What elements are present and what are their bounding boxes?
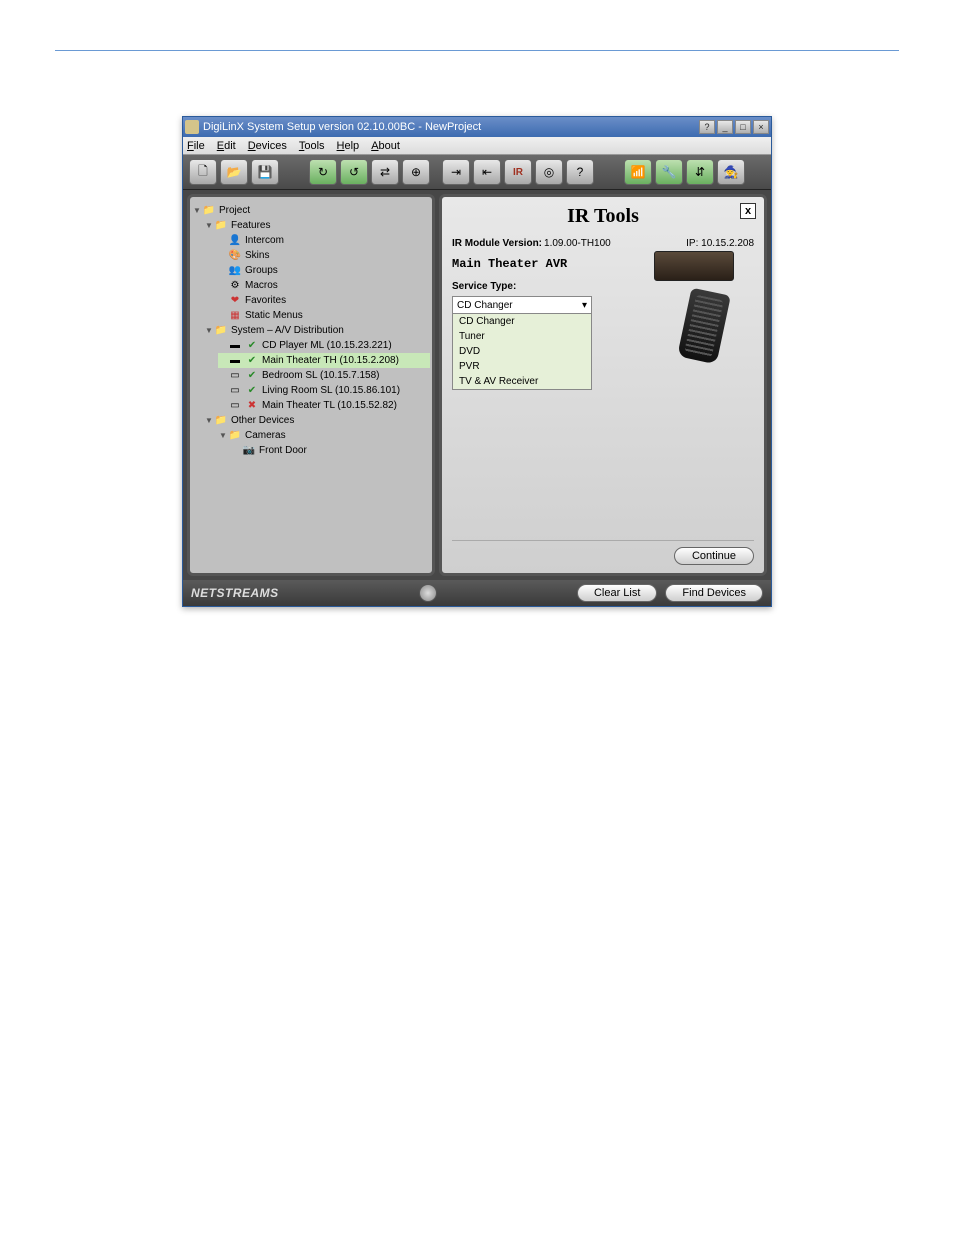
toolbar-arrow-in[interactable]: ⇥ [442, 159, 470, 185]
workarea: ▼📁Project ▼📁Features 👤Intercom 🎨Skins 👥G… [183, 190, 771, 580]
ir-button[interactable]: IR [504, 159, 532, 185]
window-title: DigiLinX System Setup version 02.10.00BC… [203, 121, 481, 133]
toolbar-end-2[interactable]: 🔧 [655, 159, 683, 185]
continue-button[interactable]: Continue [674, 547, 754, 565]
ip-value: 10.15.2.208 [701, 238, 754, 249]
toolbar-green-2[interactable]: ↺ [340, 159, 368, 185]
toolbar-help[interactable]: ? [566, 159, 594, 185]
service-option-dvd[interactable]: DVD [453, 344, 591, 359]
service-option-cd[interactable]: CD Changer [453, 314, 591, 329]
tree-cameras[interactable]: ▼📁Cameras [218, 428, 430, 443]
ip-label: IP: [686, 238, 698, 249]
toolbar-sync[interactable]: ⇄ [371, 159, 399, 185]
tree-skins[interactable]: 🎨Skins [218, 248, 430, 263]
tree-front-door[interactable]: 📷Front Door [232, 443, 430, 458]
tree-favorites[interactable]: ❤Favorites [218, 293, 430, 308]
module-info: IR Module Version: 1.09.00-TH100 IP: 10.… [452, 238, 754, 249]
clear-list-button[interactable]: Clear List [577, 584, 657, 602]
toolbar-add[interactable]: ⊕ [402, 159, 430, 185]
minimize-button[interactable]: _ [717, 120, 733, 134]
page-rule [55, 50, 899, 51]
find-devices-button[interactable]: Find Devices [665, 584, 763, 602]
module-label: IR Module Version: [452, 238, 542, 249]
menu-edit[interactable]: Edit [217, 140, 236, 152]
tree-project[interactable]: ▼📁Project [192, 203, 430, 218]
app-window: DigiLinX System Setup version 02.10.00BC… [182, 116, 772, 607]
tree-intercom[interactable]: 👤Intercom [218, 233, 430, 248]
ir-tools-panel: x IR Tools IR Module Version: 1.09.00-TH… [439, 194, 767, 576]
open-button[interactable]: 📂 [220, 159, 248, 185]
tree-bedroom-sl[interactable]: ▭✔Bedroom SL (10.15.7.158) [218, 368, 430, 383]
toolbar-end-1[interactable]: 📶 [624, 159, 652, 185]
tree-main-theater-th[interactable]: ▬✔Main Theater TH (10.15.2.208) [218, 353, 430, 368]
help-button[interactable]: ? [699, 120, 715, 134]
service-option-tv[interactable]: TV & AV Receiver [453, 374, 591, 389]
app-icon [185, 120, 199, 134]
close-button[interactable]: × [753, 120, 769, 134]
tree-features[interactable]: ▼📁Features [204, 218, 430, 233]
menubar: File Edit Devices Tools Help About [183, 137, 771, 155]
titlebar: DigiLinX System Setup version 02.10.00BC… [183, 117, 771, 137]
tree-other-devices[interactable]: ▼📁Other Devices [204, 413, 430, 428]
menu-file[interactable]: File [187, 140, 205, 152]
panel-title: IR Tools [452, 205, 754, 228]
tree-static-menus[interactable]: ▦Static Menus [218, 308, 430, 323]
toolbar-green-1[interactable]: ↻ [309, 159, 337, 185]
tree-groups[interactable]: 👥Groups [218, 263, 430, 278]
service-option-pvr[interactable]: PVR [453, 359, 591, 374]
toolbar-wizard[interactable]: 🧙 [717, 159, 745, 185]
maximize-button[interactable]: □ [735, 120, 751, 134]
status-knob-icon [419, 584, 437, 602]
menu-help[interactable]: Help [337, 140, 360, 152]
chevron-down-icon: ▾ [582, 300, 587, 311]
tree-living-room-sl[interactable]: ▭✔Living Room SL (10.15.86.101) [218, 383, 430, 398]
toolbar-target[interactable]: ◎ [535, 159, 563, 185]
menu-tools[interactable]: Tools [299, 140, 325, 152]
panel-close-button[interactable]: x [740, 203, 756, 219]
tree-macros[interactable]: ⚙Macros [218, 278, 430, 293]
new-button[interactable]: 🗋 [189, 159, 217, 185]
toolbar-arrow-out[interactable]: ⇤ [473, 159, 501, 185]
toolbar-end-3[interactable]: ⇵ [686, 159, 714, 185]
service-type-value: CD Changer [457, 300, 513, 311]
save-button[interactable]: 💾 [251, 159, 279, 185]
receiver-image [654, 251, 734, 281]
service-type-dropdown: CD Changer Tuner DVD PVR TV & AV Receive… [452, 314, 592, 390]
statusbar: NETSTREAMS Clear List Find Devices [183, 580, 771, 606]
tree-pane: ▼📁Project ▼📁Features 👤Intercom 🎨Skins 👥G… [187, 194, 435, 576]
tree-system[interactable]: ▼📁System – A/V Distribution [204, 323, 430, 338]
service-option-tuner[interactable]: Tuner [453, 329, 591, 344]
tree-cd-player[interactable]: ▬✔CD Player ML (10.15.23.221) [218, 338, 430, 353]
module-value: 1.09.00-TH100 [544, 238, 611, 249]
tree-main-theater-tl[interactable]: ▭✖Main Theater TL (10.15.52.82) [218, 398, 430, 413]
menu-devices[interactable]: Devices [248, 140, 287, 152]
menu-about[interactable]: About [371, 140, 400, 152]
remote-image [677, 288, 731, 365]
service-type-combo[interactable]: CD Changer ▾ [452, 296, 592, 314]
toolbar: 🗋 📂 💾 ↻ ↺ ⇄ ⊕ ⇥ ⇤ IR ◎ ? 📶 🔧 ⇵ 🧙 [183, 155, 771, 190]
brand-logo: NETSTREAMS [191, 586, 279, 600]
device-images [654, 251, 744, 361]
